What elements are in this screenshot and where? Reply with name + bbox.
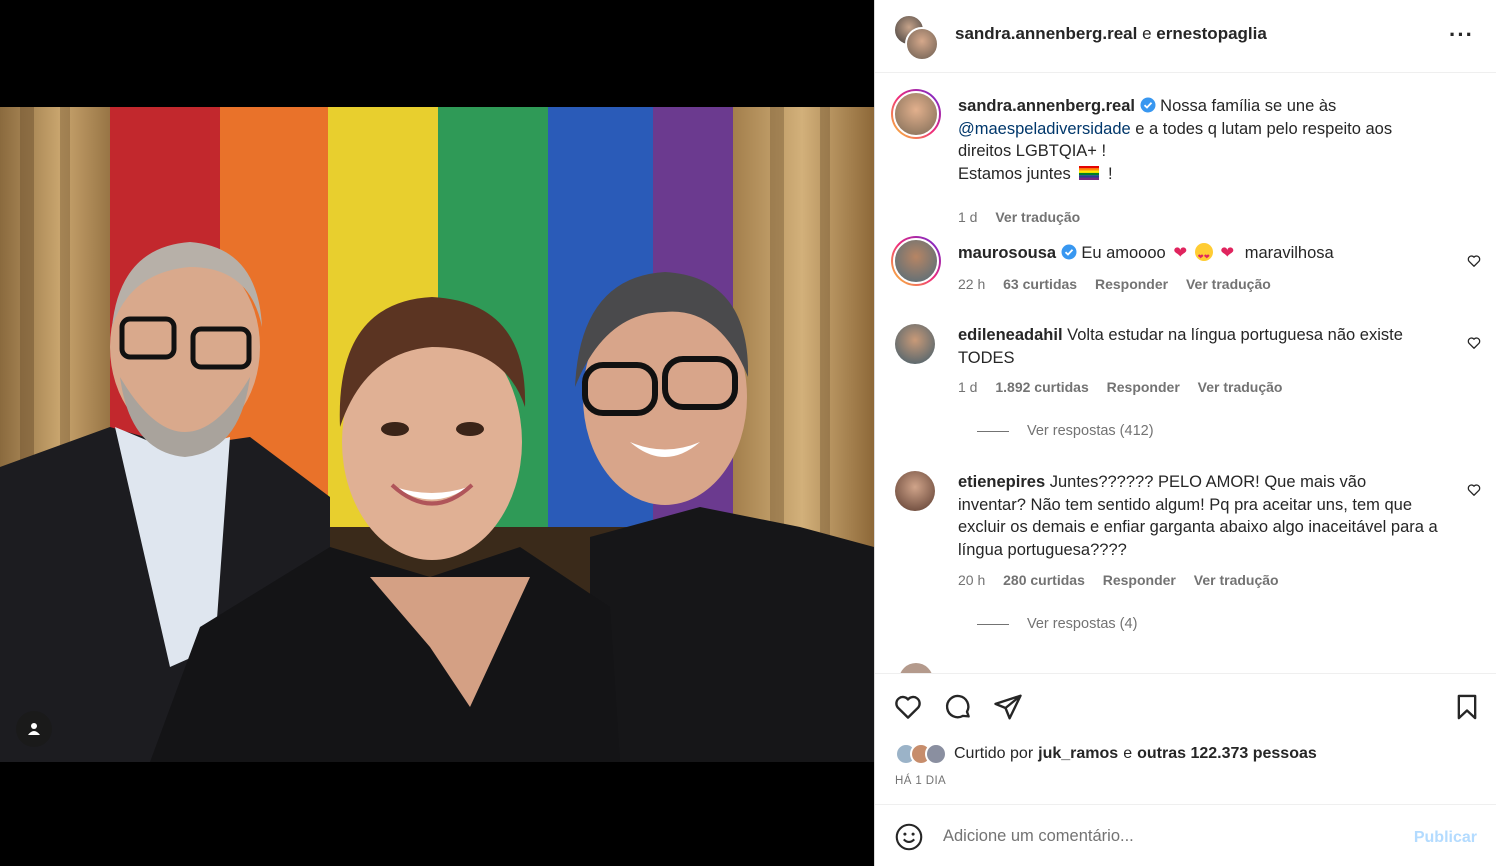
post-date[interactable]: HÁ 1 DIA: [895, 775, 946, 787]
avatar: [905, 27, 939, 61]
comment-icon[interactable]: [943, 692, 973, 722]
timestamp: 20 h: [958, 572, 986, 588]
translate-link[interactable]: Ver tradução: [1198, 379, 1283, 395]
caption-body: Nossa família se une às: [1160, 97, 1337, 115]
translate-link[interactable]: Ver tradução: [1194, 572, 1279, 588]
media-pane: [0, 0, 874, 866]
caption-meta: 1 d Ver tradução: [958, 209, 1094, 225]
comment: etienepires Juntes?????? PELO AMOR! Que …: [891, 469, 1481, 639]
more-horizontal-icon[interactable]: ···: [1449, 22, 1474, 48]
liked-by-others[interactable]: outras 122.373 pessoas: [1137, 745, 1317, 763]
comment-likes[interactable]: 63 curtidas: [1003, 276, 1077, 292]
author-username[interactable]: ernestopaglia: [1156, 24, 1267, 43]
translate-link[interactable]: Ver tradução: [995, 209, 1080, 225]
view-replies-label: Ver respostas (4): [1027, 616, 1138, 632]
comment-text: etienepires Juntes?????? PELO AMOR! Que …: [958, 471, 1438, 561]
authors-joiner: e: [1142, 24, 1152, 43]
save-bookmark-icon[interactable]: [1453, 692, 1481, 722]
mention-link[interactable]: @maespeladiversidade: [958, 120, 1131, 138]
comment-meta: 22 h 63 curtidas Responder Ver tradução: [958, 276, 1285, 292]
instagram-post-modal: sandra.annenberg.real e ernestopaglia ··…: [0, 0, 1496, 866]
view-replies-label: Ver respostas (412): [1027, 423, 1154, 439]
caption: sandra.annenberg.real Nossa família se u…: [891, 89, 1481, 225]
liked-by-avatars[interactable]: [895, 743, 947, 765]
translate-link[interactable]: Ver tradução: [1186, 276, 1271, 292]
comment-text: maurosousa Eu amoooo ❤ ❤ ❤ ❤ maravilhosa: [958, 242, 1438, 265]
timestamp: 22 h: [958, 276, 986, 292]
tagged-users-button[interactable]: [16, 711, 52, 747]
avatar[interactable]: [891, 236, 941, 286]
verified-icon: [1061, 244, 1077, 260]
rainbow-flag-icon: [1079, 165, 1100, 180]
timestamp: 1 d: [958, 379, 978, 395]
photo-illustration: [0, 107, 874, 762]
caption-text: sandra.annenberg.real Nossa família se u…: [958, 95, 1438, 185]
liked-by-joiner: e: [1123, 745, 1133, 762]
caption-body: !: [1108, 164, 1113, 183]
avatar[interactable]: [895, 471, 935, 511]
comment-body: Eu amoooo: [1081, 244, 1166, 262]
post-header: sandra.annenberg.real e ernestopaglia ··…: [875, 0, 1496, 73]
avatar[interactable]: [895, 324, 935, 364]
comment-username[interactable]: maurosousa: [958, 244, 1056, 262]
reply-button[interactable]: Responder: [1095, 276, 1168, 292]
avatar[interactable]: [891, 89, 941, 139]
heart-emoji-icon: ❤: [1173, 244, 1188, 262]
avatar: [899, 663, 933, 673]
divider: [977, 623, 1009, 625]
heart-eyes-emoji-icon: ❤ ❤: [1194, 243, 1213, 261]
reply-button[interactable]: Responder: [1103, 572, 1176, 588]
add-comment-bar: Publicar: [875, 804, 1496, 866]
liked-by: Curtido por juk_ramos e outras 122.373 p…: [895, 743, 1317, 765]
like-comment-heart-icon[interactable]: [1467, 254, 1481, 268]
heart-emoji-icon: ❤: [1220, 244, 1235, 262]
post-photo[interactable]: [0, 107, 874, 762]
caption-body: Estamos juntes: [958, 164, 1071, 183]
post-authors: sandra.annenberg.real e ernestopaglia: [955, 24, 1267, 44]
comment-body: maravilhosa: [1244, 244, 1334, 262]
avatar: [925, 743, 947, 765]
comment-likes[interactable]: 1.892 curtidas: [995, 379, 1088, 395]
liked-by-user[interactable]: juk_ramos: [1038, 745, 1118, 763]
comment-input[interactable]: [943, 827, 1383, 846]
comments-list[interactable]: sandra.annenberg.real Nossa família se u…: [875, 73, 1496, 673]
comment-meta: 20 h 280 curtidas Responder Ver tradução: [958, 572, 1293, 588]
view-replies-button[interactable]: Ver respostas (4): [977, 616, 1137, 632]
view-replies-button[interactable]: Ver respostas (412): [977, 423, 1154, 439]
verified-icon: [1140, 97, 1156, 113]
comment-meta: 1 d 1.892 curtidas Responder Ver traduçã…: [958, 379, 1296, 395]
post-side-panel: sandra.annenberg.real e ernestopaglia ··…: [874, 0, 1496, 866]
action-icons: [893, 692, 1023, 722]
collab-avatars[interactable]: [893, 14, 939, 61]
post-actions: Curtido por juk_ramos e outras 122.373 p…: [875, 673, 1496, 804]
share-send-icon[interactable]: [993, 692, 1023, 722]
like-comment-heart-icon[interactable]: [1467, 336, 1481, 350]
caption-username[interactable]: sandra.annenberg.real: [958, 97, 1135, 115]
comment-username[interactable]: edileneadahil: [958, 326, 1063, 344]
publish-button[interactable]: Publicar: [1414, 829, 1477, 847]
reply-button[interactable]: Responder: [1107, 379, 1180, 395]
comment-username[interactable]: etienepires: [958, 473, 1045, 491]
comment-text: edileneadahil Volta estudar na língua po…: [958, 324, 1438, 369]
comment-likes[interactable]: 280 curtidas: [1003, 572, 1085, 588]
comment: edileneadahil Volta estudar na língua po…: [891, 322, 1481, 447]
emoji-icon[interactable]: [895, 823, 923, 851]
divider: [977, 430, 1009, 432]
author-username[interactable]: sandra.annenberg.real: [955, 24, 1137, 43]
comment: maurosousa Eu amoooo ❤ ❤ ❤ ❤ maravilhosa …: [891, 236, 1481, 306]
liked-by-prefix: Curtido por: [954, 745, 1034, 762]
user-icon: [28, 723, 40, 735]
timestamp: 1 d: [958, 209, 978, 225]
like-heart-icon[interactable]: [893, 692, 923, 722]
like-comment-heart-icon[interactable]: [1467, 483, 1481, 497]
